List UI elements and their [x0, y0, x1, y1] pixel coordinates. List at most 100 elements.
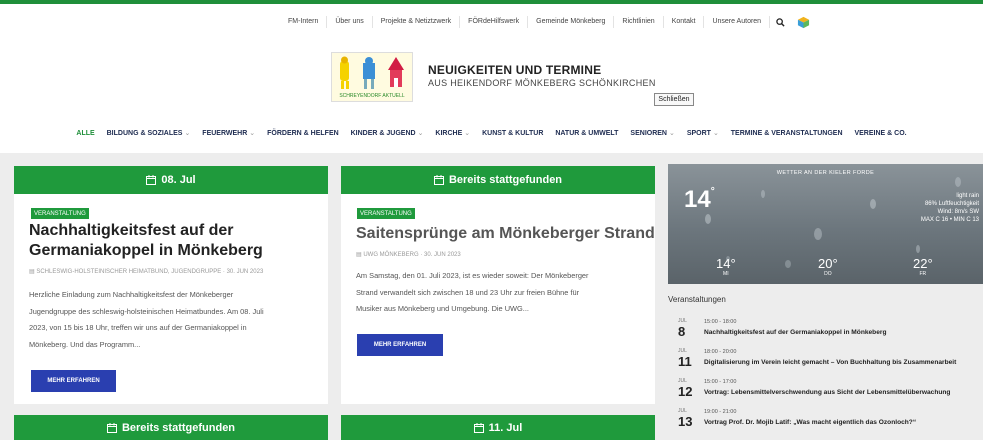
category-label: SENIOREN: [630, 130, 667, 137]
event-title[interactable]: Vortrag Prof. Dr. Mojib Latif: „Was mach…: [704, 419, 916, 426]
excerpt-line: Jugendgruppe des schleswig-holsteinische…: [29, 306, 264, 316]
category-vereine[interactable]: VEREINE & CO.: [854, 130, 906, 137]
card-header-label: Bereits stattgefunden: [121, 421, 236, 434]
category-sport[interactable]: SPORT ⌄: [687, 130, 719, 137]
weather-details: light rain 86% Luftfeuchtigkeit Wind: 8m…: [921, 192, 979, 224]
category-termine[interactable]: TERMINE & VERANSTALTUNGEN: [731, 130, 843, 137]
card-header-label: 11. Jul: [488, 421, 523, 434]
excerpt-line: Mönkeberg. Und das Programm...: [29, 339, 141, 349]
top-navigation: FM-Intern Über uns Projekte & Netiztzwer…: [280, 14, 816, 30]
weather-humidity: 86% Luftfeuchtigkeit: [924, 201, 979, 207]
site-logo[interactable]: SCHREYENDORF AKTUELL: [331, 52, 413, 102]
excerpt-line: Musiker aus Mönkeberg und Umgebung. Die …: [356, 304, 529, 313]
category-feuerwehr[interactable]: FEUERWEHR ⌄: [202, 130, 255, 137]
category-label: SPORT: [686, 130, 711, 137]
excerpt-line: Herzliche Einladung zum Nachhaltigkeitsf…: [29, 290, 234, 299]
event-title[interactable]: Vortrag: Lebensmittelverschwendung aus S…: [704, 389, 950, 396]
chevron-down-icon: ⌄: [417, 130, 424, 137]
category-kirche[interactable]: KIRCHE ⌄: [435, 130, 470, 137]
events-heading: Veranstaltungen: [668, 295, 726, 304]
event-time: 18:00 - 20:00: [704, 349, 737, 355]
site-subtitle: AUS HEIKENDORF MÖNKEBERG SCHÖNKIRCHEN: [428, 78, 656, 88]
forecast-day-label: FR: [919, 271, 927, 277]
post-title[interactable]: Nachhaltigkeitsfest auf der Germaniakopp…: [29, 221, 263, 261]
current-temperature: 14°: [684, 186, 715, 214]
calendar-icon: [146, 175, 157, 185]
chevron-down-icon: ⌄: [464, 130, 471, 137]
chevron-down-icon: ⌄: [184, 130, 191, 137]
weather-minmax: MAX C 16 • MIN C 13: [920, 217, 979, 223]
category-label: VEREINE & CO.: [854, 130, 907, 137]
post-title-line: Germaniakoppel in Mönkeberg: [29, 242, 263, 259]
excerpt-line: Am Samstag, den 01. Juli 2023, ist es wi…: [356, 271, 589, 280]
forecast-temp: 14: [716, 256, 731, 271]
read-more-button[interactable]: MEHR ERFAHREN: [31, 370, 116, 392]
top-accent-line: [0, 0, 983, 4]
event-day: 8: [678, 324, 686, 339]
category-label: BILDUNG & SOZIALES: [106, 130, 183, 137]
category-label: FEUERWEHR: [202, 130, 248, 137]
topnav-gemeinde[interactable]: Gemeinde Mönkeberg: [528, 16, 615, 28]
degree-symbol: °: [710, 186, 715, 197]
category-foerdern[interactable]: FÖRDERN & HELFEN: [267, 130, 339, 137]
event-day: 12: [678, 384, 693, 399]
card-date-header: Bereits stattgefunden: [341, 166, 655, 194]
category-kunst[interactable]: KUNST & KULTUR: [482, 130, 543, 137]
category-label: TERMINE & VERANSTALTUNGEN: [730, 130, 843, 137]
excerpt-line: Strand verwandelt sich zwischen 18 und 2…: [356, 287, 580, 297]
weather-wind: Wind: 8m/s SW: [937, 209, 979, 215]
folder-icon: ▤: [356, 252, 362, 258]
category-label: KIRCHE: [435, 130, 463, 137]
excerpt-line: 2023, von 15 bis 18 Uhr, treffen wir uns…: [29, 323, 247, 332]
category-label: KUNST & KULTUR: [482, 130, 544, 137]
category-senioren[interactable]: SENIOREN ⌄: [630, 130, 674, 137]
topnav-fm-intern[interactable]: FM-Intern: [280, 16, 328, 28]
topnav-ueber-uns[interactable]: Über uns: [327, 16, 373, 28]
search-icon[interactable]: [770, 17, 791, 27]
topnav-foerdehilfswerk[interactable]: FÖRdeHilfswerk: [460, 16, 529, 28]
close-button[interactable]: Schließen: [654, 93, 694, 106]
chevron-down-icon: ⌄: [712, 130, 719, 137]
post-card: Bereits stattgefunden: [14, 415, 328, 440]
topnav-autoren[interactable]: Unsere Autoren: [704, 16, 771, 28]
post-meta: ▤ SCHLESWIG-HOLSTEINISCHER HEIMATBUND, J…: [29, 268, 263, 275]
card-date-header: 08. Jul: [14, 166, 328, 194]
category-natur[interactable]: NATUR & UMWELT: [555, 130, 618, 137]
forecast-day-label: DO: [824, 271, 832, 277]
chevron-down-icon: ⌄: [668, 130, 675, 137]
category-badge[interactable]: VERANSTALTUNG: [357, 208, 415, 219]
post-excerpt: Am Samstag, den 01. Juli 2023, ist es wi…: [356, 268, 651, 318]
category-badge[interactable]: VERANSTALTUNG: [31, 208, 89, 219]
card-date-header: Bereits stattgefunden: [14, 415, 328, 440]
category-navigation: ALLE BILDUNG & SOZIALES ⌄ FEUERWEHR ⌄ FÖRD…: [0, 129, 983, 137]
post-title[interactable]: Saitensprünge am Mönkeberger Strand: [356, 224, 655, 244]
weather-title: WETTER AN DER KIELER FORDE: [776, 170, 875, 176]
category-label: FÖRDERN & HELFEN: [267, 130, 339, 137]
forecast-temp: 20: [818, 256, 833, 271]
event-title[interactable]: Nachhaltigkeitsfest auf der Germaniakopp…: [704, 329, 886, 336]
category-label: ALLE: [76, 130, 95, 137]
read-more-button[interactable]: MEHR ERFAHREN: [357, 334, 443, 356]
category-bildung[interactable]: BILDUNG & SOZIALES ⌄: [107, 130, 191, 137]
event-day: 11: [678, 354, 692, 369]
card-date-header: 11. Jul: [341, 415, 655, 440]
post-excerpt: Herzliche Einladung zum Nachhaltigkeitsf…: [29, 287, 319, 353]
weather-widget: WETTER AN DER KIELER FORDE 14° light rai…: [668, 164, 983, 284]
logo-caption: SCHREYENDORF AKTUELL: [339, 93, 405, 99]
site-title[interactable]: NEUIGKEITEN UND TERMINE: [428, 63, 601, 77]
category-alle[interactable]: ALLE: [76, 130, 94, 137]
calendar-icon: [106, 422, 117, 433]
event-title[interactable]: Digitalisierung im Verein leicht gemacht…: [704, 359, 956, 366]
cube-icon[interactable]: [791, 16, 816, 29]
folder-icon: ▤: [29, 269, 35, 275]
topnav-richtlinien[interactable]: Richtlinien: [614, 16, 664, 28]
topnav-kontakt[interactable]: Kontakt: [664, 16, 705, 28]
category-label: KINDER & JUGEND: [350, 130, 416, 137]
card-header-label: Bereits stattgefunden: [448, 174, 563, 186]
topnav-projekte[interactable]: Projekte & Netiztzwerk: [373, 16, 461, 28]
event-day: 13: [678, 414, 693, 429]
calendar-icon: [433, 175, 444, 185]
forecast-day: 22° FR: [913, 256, 933, 277]
post-title-line: Nachhaltigkeitsfest auf der: [29, 222, 234, 239]
category-kinder[interactable]: KINDER & JUGEND ⌄: [351, 130, 424, 137]
